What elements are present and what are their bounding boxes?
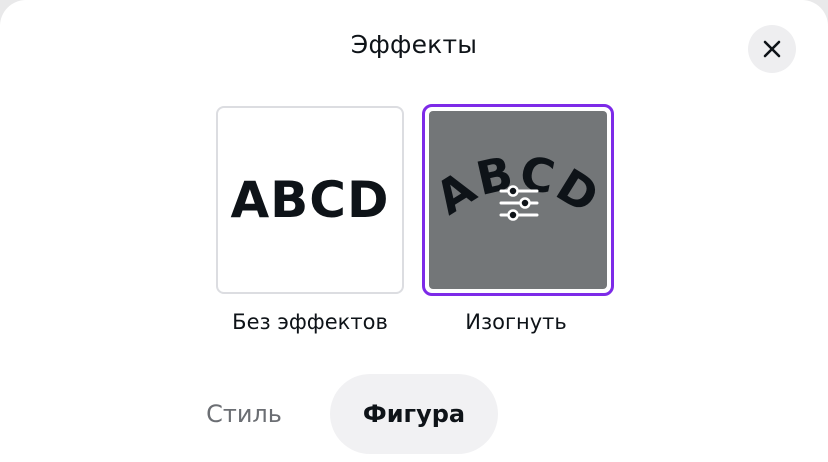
effect-option-curve[interactable]: ABCD Изогнуть — [422, 104, 614, 334]
tab-shape[interactable]: Фигура — [330, 374, 498, 454]
effect-preview-none: ABCD — [216, 106, 404, 294]
tab-style[interactable]: Стиль — [174, 374, 314, 454]
effect-label-curve: Изогнуть — [465, 310, 567, 334]
effect-preview-curve: ABCD — [429, 111, 607, 289]
effect-label-none: Без эффектов — [232, 310, 388, 334]
close-button[interactable] — [748, 25, 796, 73]
sliders-icon — [499, 185, 539, 221]
effects-sheet: Эффекты ABCD Без эффектов ABCD Изогнуть … — [0, 0, 828, 462]
curved-text-preview: ABCD — [429, 145, 607, 225]
effect-option-none[interactable]: ABCD Без эффектов — [216, 106, 404, 334]
dialog-title: Эффекты — [350, 30, 478, 59]
effect-preview-curve-selected: ABCD — [422, 104, 614, 296]
preview-text: ABCD — [230, 171, 390, 229]
close-icon — [762, 39, 782, 59]
